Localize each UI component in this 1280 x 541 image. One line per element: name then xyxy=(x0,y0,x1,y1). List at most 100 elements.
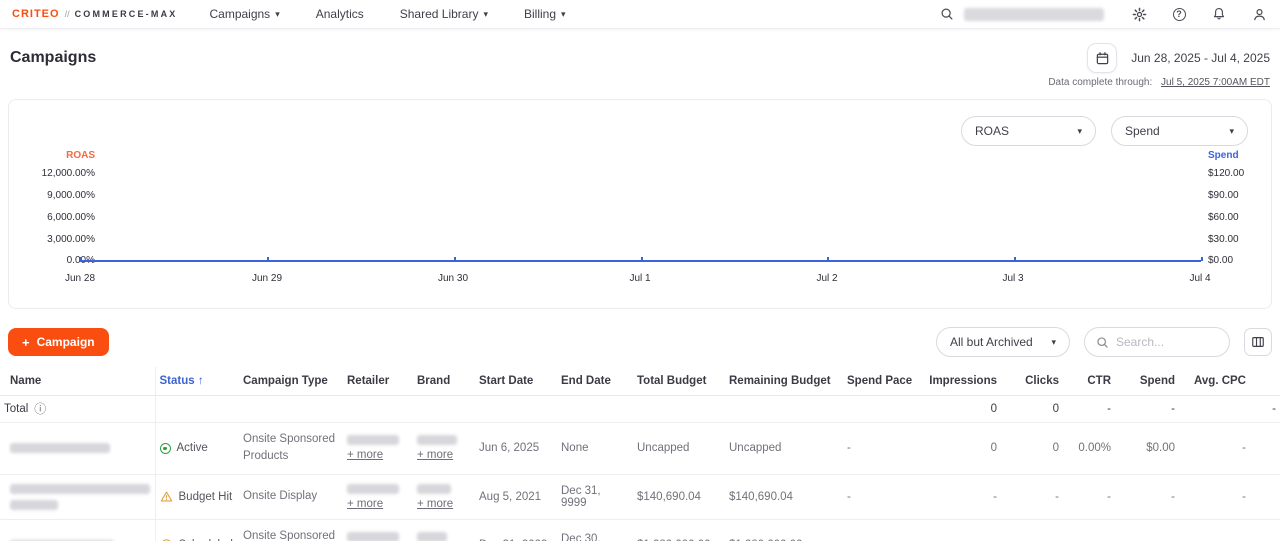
column-header-name[interactable]: Name xyxy=(0,367,155,396)
brand-logo: CRITEO // COMMERCE-MAX xyxy=(12,8,177,20)
data-point-tick xyxy=(827,257,829,261)
cell-avg-cpc: - xyxy=(1179,519,1280,541)
page-title: Campaigns xyxy=(10,49,96,67)
columns-settings-button[interactable] xyxy=(1244,328,1272,356)
toolbar-right: All but Archived ▾ xyxy=(936,327,1272,357)
nav-analytics[interactable]: Analytics xyxy=(316,7,364,21)
global-search-input[interactable] xyxy=(964,8,1104,21)
column-header-remaining-budget[interactable]: Remaining Budget xyxy=(725,367,843,396)
data-point-tick xyxy=(641,257,643,261)
sort-asc-icon: ↑ xyxy=(198,375,204,387)
data-complete-note: Data complete through: Jul 5, 2025 7:00A… xyxy=(0,73,1280,89)
campaigns-table: Name Status ↑ Campaign Type Retailer Bra… xyxy=(0,367,1280,541)
x-axis-label: Jun 28 xyxy=(65,273,95,284)
data-point-tick xyxy=(1014,257,1016,261)
cell-end-date: None xyxy=(557,423,633,475)
data-complete-link[interactable]: Jul 5, 2025 7:00AM EDT xyxy=(1161,77,1270,88)
cell-remaining-budget: $1,280,000.00 xyxy=(725,519,843,541)
right-axis-tick: $60.00 xyxy=(1208,212,1239,223)
redacted-brand xyxy=(417,484,451,494)
cell-start-date: Dec 31, 2029 xyxy=(475,519,557,541)
nav-billing[interactable]: Billing ▾ xyxy=(524,7,566,21)
cell-total-budget: $1,280,000.00 xyxy=(633,519,725,541)
chevron-down-icon: ▾ xyxy=(275,10,280,19)
retailer-more-link[interactable]: + more xyxy=(347,498,383,510)
nav-shared-library[interactable]: Shared Library ▾ xyxy=(400,7,488,21)
column-header-status[interactable]: Status ↑ xyxy=(155,367,239,396)
right-metric-select[interactable]: Spend ▾ xyxy=(1111,116,1248,146)
cell-status: Active xyxy=(155,423,239,475)
brand-more-link[interactable]: + more xyxy=(417,498,453,510)
column-header-retailer[interactable]: Retailer xyxy=(343,367,413,396)
calendar-icon[interactable] xyxy=(1087,43,1117,73)
column-header-avg-cpc[interactable]: Avg. CPC xyxy=(1179,367,1280,396)
cell-total-budget: $140,690.04 xyxy=(633,474,725,519)
brand-logo-primary: CRITEO xyxy=(12,8,60,20)
redacted-brand xyxy=(417,532,447,541)
bell-icon[interactable] xyxy=(1210,5,1228,23)
cell-campaign-type: Onsite Sponsored Products xyxy=(239,519,343,541)
x-axis-label: Jul 2 xyxy=(816,273,837,284)
column-header-spend-pace[interactable]: Spend Pace xyxy=(843,367,923,396)
chevron-down-icon: ▾ xyxy=(1229,127,1234,136)
cell-remaining-budget: Uncapped xyxy=(725,423,843,475)
cell-status: Budget Hit xyxy=(155,474,239,519)
cell-impressions: 0 xyxy=(923,423,1001,475)
column-header-ctr[interactable]: CTR xyxy=(1063,367,1115,396)
column-header-brand[interactable]: Brand xyxy=(413,367,475,396)
cell-name xyxy=(0,474,155,519)
cell-status: Scheduled xyxy=(155,519,239,541)
right-axis-title: Spend xyxy=(1208,150,1239,161)
cell-impressions: - xyxy=(923,474,1001,519)
add-campaign-label: Campaign xyxy=(37,335,95,349)
status-filter-select[interactable]: All but Archived ▾ xyxy=(936,327,1070,357)
column-header-end-date[interactable]: End Date xyxy=(557,367,633,396)
brand-logo-secondary: COMMERCE-MAX xyxy=(75,9,178,19)
chevron-down-icon: ▾ xyxy=(1077,127,1082,136)
cell-name xyxy=(0,519,155,541)
retailer-more-link[interactable]: + more xyxy=(347,449,383,461)
topbar: CRITEO // COMMERCE-MAX Campaigns ▾ Analy… xyxy=(0,0,1280,29)
cell-start-date: Aug 5, 2021 xyxy=(475,474,557,519)
right-axis-tick: $120.00 xyxy=(1208,168,1244,179)
gear-icon[interactable] xyxy=(1130,5,1148,23)
add-campaign-button[interactable]: + Campaign xyxy=(8,328,109,356)
data-point-tick xyxy=(1201,257,1203,261)
column-header-spend[interactable]: Spend xyxy=(1115,367,1179,396)
column-header-clicks[interactable]: Clicks xyxy=(1001,367,1063,396)
left-axis-tick: 3,000.00% xyxy=(9,234,95,245)
column-header-start-date[interactable]: Start Date xyxy=(475,367,557,396)
info-icon[interactable]: ⓘ xyxy=(34,403,46,415)
cell-spend-pace: - xyxy=(843,474,923,519)
column-header-total-budget[interactable]: Total Budget xyxy=(633,367,725,396)
warning-status-icon xyxy=(160,490,173,503)
account-icon[interactable] xyxy=(1250,5,1268,23)
total-spend: - xyxy=(1115,396,1179,423)
total-row: Total ⓘ 0 0 - - - xyxy=(0,396,1280,423)
spend-series-line xyxy=(80,260,1201,262)
chevron-down-icon: ▾ xyxy=(1051,338,1056,347)
cell-brand: + more xyxy=(413,423,475,475)
brand-more-link[interactable]: + more xyxy=(417,449,453,461)
left-axis-tick: 9,000.00% xyxy=(9,190,95,201)
total-impressions: 0 xyxy=(923,396,1001,423)
column-header-campaign-type[interactable]: Campaign Type xyxy=(239,367,343,396)
column-header-impressions[interactable]: Impressions xyxy=(923,367,1001,396)
cell-spend: $0.00 xyxy=(1115,423,1179,475)
nav-shared-library-label: Shared Library xyxy=(400,7,479,21)
table-search-input[interactable] xyxy=(1116,335,1218,349)
cell-campaign-type: Onsite Sponsored Products xyxy=(239,423,343,475)
help-glyph: ? xyxy=(1173,8,1186,21)
help-icon[interactable]: ? xyxy=(1170,5,1188,23)
redacted-campaign-name[interactable] xyxy=(10,443,110,453)
left-axis-title: ROAS xyxy=(9,150,95,161)
cell-spend: - xyxy=(1115,519,1179,541)
right-axis-tick: $90.00 xyxy=(1208,190,1239,201)
nav-campaigns[interactable]: Campaigns ▾ xyxy=(209,7,279,21)
total-clicks: 0 xyxy=(1001,396,1063,423)
redacted-campaign-name[interactable] xyxy=(10,484,150,494)
table-header-row: Name Status ↑ Campaign Type Retailer Bra… xyxy=(0,367,1280,396)
left-metric-value: ROAS xyxy=(975,124,1009,138)
left-metric-select[interactable]: ROAS ▾ xyxy=(961,116,1096,146)
search-icon[interactable] xyxy=(938,5,956,23)
